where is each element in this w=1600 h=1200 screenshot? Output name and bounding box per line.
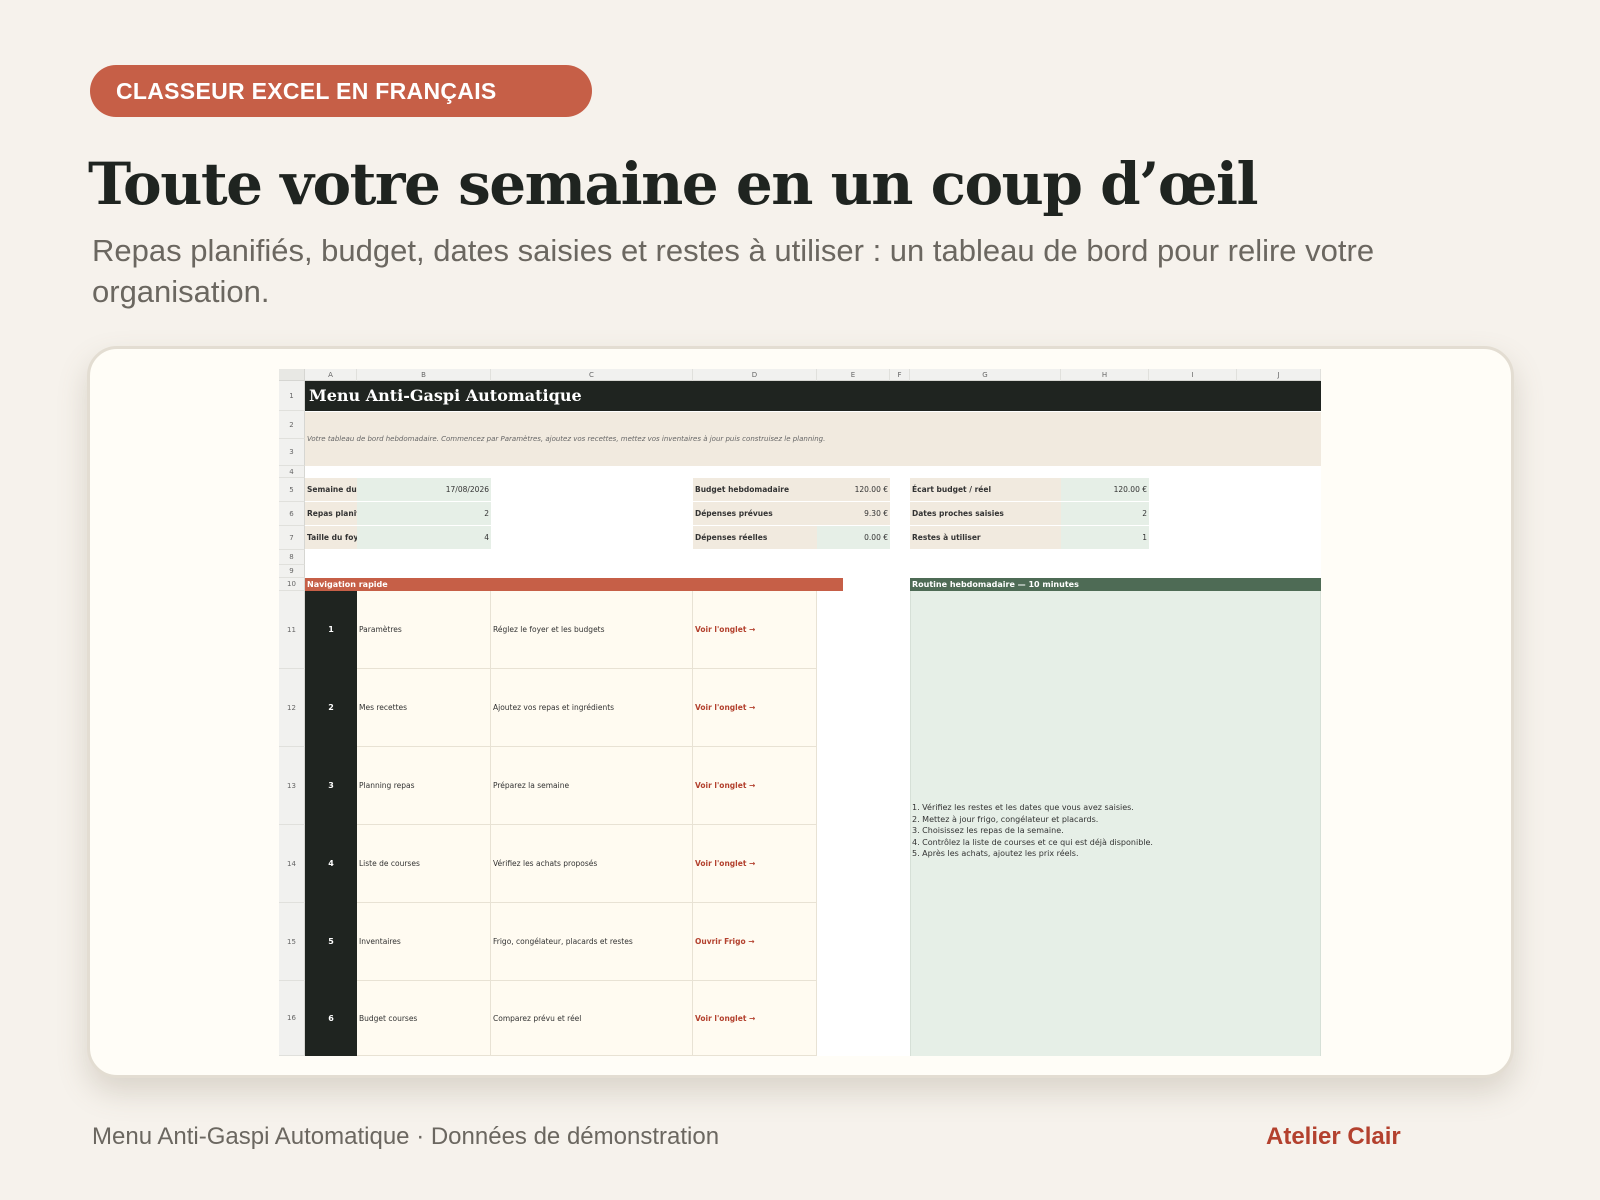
- nav-number: 1: [305, 591, 357, 669]
- nav-number: 4: [305, 825, 357, 903]
- row-header-5[interactable]: 5: [279, 478, 305, 502]
- kpi-value-near-dates[interactable]: 2: [1061, 502, 1149, 526]
- spreadsheet-preview: A B C D E F G H I J 1 2 3 4 5 6 7 8 9 10…: [279, 369, 1321, 1056]
- nav-name[interactable]: Mes recettes: [357, 669, 491, 747]
- footer-caption: Menu Anti-Gaspi Automatique · Données de…: [92, 1123, 720, 1150]
- routine-step: 4. Contrôlez la liste de courses et ce q…: [912, 837, 1153, 847]
- row-header-15[interactable]: 15: [279, 903, 305, 981]
- nav-link-fridge[interactable]: Ouvrir Frigo →: [693, 903, 817, 981]
- row-header-1[interactable]: 1: [279, 381, 305, 411]
- category-badge: CLASSEUR EXCEL EN FRANÇAIS: [90, 65, 592, 117]
- kpi-label-weekly-budget[interactable]: Budget hebdomadaire: [693, 478, 817, 502]
- row-header-13[interactable]: 13: [279, 747, 305, 825]
- kpi-value-household[interactable]: 4: [357, 526, 491, 550]
- routine-step: 5. Après les achats, ajoutez les prix ré…: [912, 849, 1079, 858]
- column-header-a[interactable]: A: [305, 369, 357, 381]
- nav-number: 3: [305, 747, 357, 825]
- nav-row-shopping-list: 4 Liste de courses Vérifiez les achats p…: [305, 825, 843, 903]
- column-header-h[interactable]: H: [1061, 369, 1149, 381]
- row-header-8[interactable]: 8: [279, 550, 305, 565]
- column-header-f[interactable]: F: [890, 369, 910, 381]
- nav-description[interactable]: Comparez prévu et réel: [491, 981, 693, 1056]
- row-header-14[interactable]: 14: [279, 825, 305, 903]
- footer-brand: Atelier Clair: [1266, 1123, 1401, 1150]
- nav-link-budget[interactable]: Voir l'onglet →: [693, 981, 817, 1056]
- row-header-9[interactable]: 9: [279, 565, 305, 578]
- nav-description[interactable]: Frigo, congélateur, placards et restes: [491, 903, 693, 981]
- quick-nav-header: Navigation rapide: [305, 578, 843, 591]
- nav-row-budget: 6 Budget courses Comparez prévu et réel …: [305, 981, 843, 1056]
- nav-name[interactable]: Paramètres: [357, 591, 491, 669]
- row-header-4[interactable]: 4: [279, 466, 305, 478]
- column-header-e[interactable]: E: [817, 369, 890, 381]
- row-header-12[interactable]: 12: [279, 669, 305, 747]
- column-header-j[interactable]: J: [1237, 369, 1321, 381]
- kpi-label-budget-gap[interactable]: Écart budget / réel: [910, 478, 1061, 502]
- kpi-label-household[interactable]: Taille du foyer: [305, 526, 367, 550]
- nav-link-shopping-list[interactable]: Voir l'onglet →: [693, 825, 817, 903]
- row-header-10[interactable]: 10: [279, 578, 305, 591]
- nav-number: 6: [305, 981, 357, 1056]
- nav-number: 5: [305, 903, 357, 981]
- kpi-value-budget-gap[interactable]: 120.00 €: [1061, 478, 1149, 502]
- page-title: Toute votre semaine en un coup d’œil: [88, 150, 1259, 218]
- column-header-b[interactable]: B: [357, 369, 491, 381]
- kpi-label-leftovers[interactable]: Restes à utiliser: [910, 526, 1061, 550]
- column-header-g[interactable]: G: [910, 369, 1061, 381]
- nav-description[interactable]: Réglez le foyer et les budgets: [491, 591, 693, 669]
- nav-name[interactable]: Liste de courses: [357, 825, 491, 903]
- nav-description[interactable]: Préparez la semaine: [491, 747, 693, 825]
- nav-row-inventories: 5 Inventaires Frigo, congélateur, placar…: [305, 903, 843, 981]
- weekly-routine-steps: 1. Vérifiez les restes et les dates que …: [912, 802, 1153, 860]
- nav-description[interactable]: Vérifiez les achats proposés: [491, 825, 693, 903]
- nav-link-settings[interactable]: Voir l'onglet →: [693, 591, 817, 669]
- kpi-label-week[interactable]: Semaine du: [305, 478, 357, 502]
- nav-name[interactable]: Planning repas: [357, 747, 491, 825]
- nav-number: 2: [305, 669, 357, 747]
- select-all-corner[interactable]: [279, 369, 305, 381]
- kpi-value-planned-meals[interactable]: 2: [357, 502, 491, 526]
- kpi-value-actual-spend[interactable]: 0.00 €: [817, 526, 890, 550]
- nav-name[interactable]: Inventaires: [357, 903, 491, 981]
- routine-step: 1. Vérifiez les restes et les dates que …: [912, 803, 1134, 812]
- column-header-d[interactable]: D: [693, 369, 817, 381]
- column-header-c[interactable]: C: [491, 369, 693, 381]
- nav-description[interactable]: Ajoutez vos repas et ingrédients: [491, 669, 693, 747]
- page-subtitle: Repas planifiés, budget, dates saisies e…: [92, 233, 1375, 309]
- nav-row-settings: 1 Paramètres Réglez le foyer et les budg…: [305, 591, 843, 669]
- kpi-label-near-dates[interactable]: Dates proches saisies: [910, 502, 1061, 526]
- kpi-value-planned-spend[interactable]: 9.30 €: [817, 502, 890, 526]
- intro-text: Votre tableau de bord hebdomadaire. Comm…: [307, 435, 826, 443]
- routine-step: 3. Choisissez les repas de la semaine.: [912, 826, 1064, 835]
- column-header-i[interactable]: I: [1149, 369, 1237, 381]
- nav-link-recipes[interactable]: Voir l'onglet →: [693, 669, 817, 747]
- kpi-label-actual-spend[interactable]: Dépenses réelles: [693, 526, 817, 550]
- kpi-value-week[interactable]: 17/08/2026: [357, 478, 491, 502]
- nav-row-meal-plan: 3 Planning repas Préparez la semaine Voi…: [305, 747, 843, 825]
- nav-row-recipes: 2 Mes recettes Ajoutez vos repas et ingr…: [305, 669, 843, 747]
- row-header-2[interactable]: 2: [279, 411, 305, 439]
- row-header-6[interactable]: 6: [279, 502, 305, 526]
- kpi-label-planned-meals[interactable]: Repas planifié: [305, 502, 367, 526]
- sheet-title: Menu Anti-Gaspi Automatique: [309, 386, 582, 405]
- kpi-value-weekly-budget[interactable]: 120.00 €: [817, 478, 890, 502]
- nav-link-meal-plan[interactable]: Voir l'onglet →: [693, 747, 817, 825]
- weekly-routine-header: Routine hebdomadaire — 10 minutes: [910, 578, 1321, 591]
- routine-step: 2. Mettez à jour frigo, congélateur et p…: [912, 814, 1099, 824]
- row-header-11[interactable]: 11: [279, 591, 305, 669]
- nav-name[interactable]: Budget courses: [357, 981, 491, 1056]
- kpi-label-planned-spend[interactable]: Dépenses prévues: [693, 502, 817, 526]
- row-header-7[interactable]: 7: [279, 526, 305, 550]
- row-header-16[interactable]: 16: [279, 981, 305, 1056]
- kpi-value-leftovers[interactable]: 1: [1061, 526, 1149, 550]
- row-header-3[interactable]: 3: [279, 439, 305, 466]
